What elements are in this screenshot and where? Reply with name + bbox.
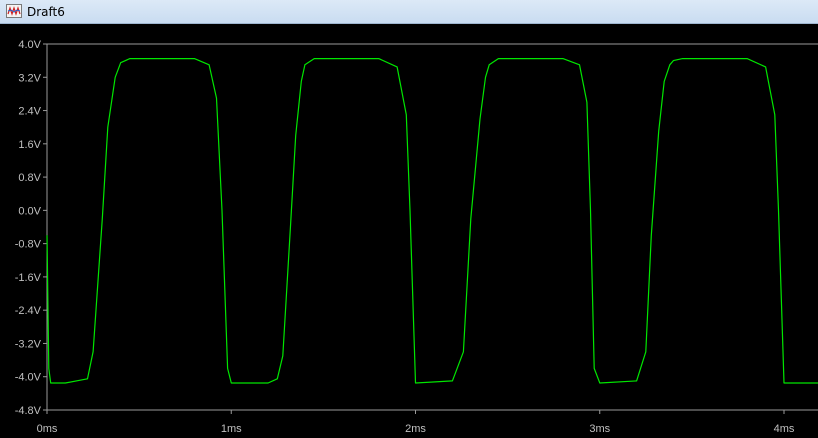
y-tick-label: 3.2V <box>18 72 41 84</box>
x-tick-label: 3ms <box>589 423 610 435</box>
window-title: Draft6 <box>27 5 65 19</box>
y-tick-label: -0.8V <box>15 239 42 251</box>
window-titlebar: Draft6 <box>0 0 818 24</box>
waveform-plot-area[interactable]: 4.0V 3.2V 2.4V 1.6V 0.8V 0.0V -0.8V -1.6V -2.4V -… <box>0 24 818 438</box>
waveform-traces <box>46 57 818 384</box>
waveform-chart: 4.0V 3.2V 2.4V 1.6V 0.8V 0.0V -0.8V -1.6V -2.4V -… <box>15 39 818 435</box>
waveform-trace <box>46 57 818 384</box>
y-tick-label: 1.6V <box>18 139 41 151</box>
x-tick-label: 1ms <box>221 423 242 435</box>
y-tick-label: -4.8V <box>15 405 42 417</box>
x-tick-label: 4ms <box>774 423 795 435</box>
y-tick-label: -3.2V <box>15 338 42 350</box>
y-tick-label: 4.0V <box>18 39 41 51</box>
y-axis-ticks: 4.0V 3.2V 2.4V 1.6V 0.8V 0.0V -0.8V -1.6V -2.4V -… <box>15 39 47 417</box>
plot-axes <box>46 43 818 411</box>
y-tick-label: 0.0V <box>18 205 41 217</box>
x-axis-ticks: 0ms 1ms 2ms 3ms 4ms <box>37 410 795 435</box>
y-tick-label: -2.4V <box>15 305 42 317</box>
y-tick-label: 2.4V <box>18 106 41 118</box>
y-tick-label: 0.8V <box>18 172 41 184</box>
waveform-app-icon <box>6 4 22 18</box>
x-tick-label: 0ms <box>37 423 58 435</box>
y-tick-label: -1.6V <box>15 272 42 284</box>
x-tick-label: 2ms <box>405 423 426 435</box>
y-tick-label: -4.0V <box>15 372 42 384</box>
